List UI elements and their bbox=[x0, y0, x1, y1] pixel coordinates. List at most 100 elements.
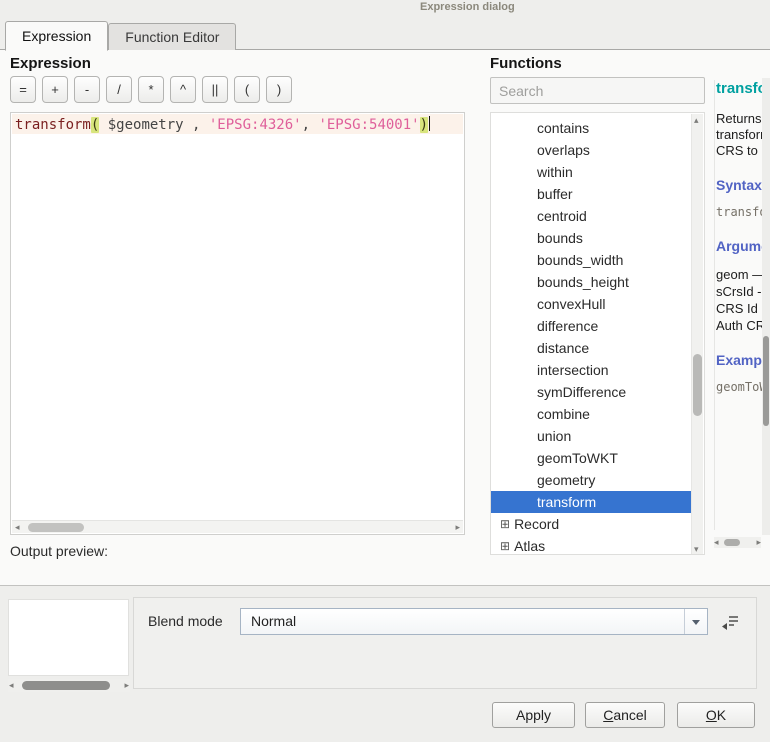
operator-close-paren-button[interactable]: ) bbox=[266, 76, 292, 103]
scroll-up-icon[interactable]: ▴ bbox=[694, 114, 699, 126]
dialog-title: Expression dialog bbox=[420, 1, 515, 13]
list-item[interactable]: difference bbox=[491, 315, 693, 337]
text-cursor bbox=[429, 116, 430, 131]
layer-preview-box bbox=[8, 599, 129, 676]
help-argument-line: geom — bbox=[716, 266, 762, 283]
operator-multiply-button[interactable]: * bbox=[138, 76, 164, 103]
function-help-panel: transform Returns transformed CRS to Syn… bbox=[714, 80, 762, 530]
list-item[interactable]: distance bbox=[491, 337, 693, 359]
list-item[interactable]: combine bbox=[491, 403, 693, 425]
scroll-down-icon[interactable]: ▾ bbox=[694, 543, 699, 555]
expression-code-line[interactable]: transform( $geometry , 'EPSG:4326', 'EPS… bbox=[12, 114, 463, 134]
list-group-record[interactable]: Record bbox=[491, 513, 693, 535]
scroll-left-icon[interactable]: ◂ bbox=[714, 536, 719, 548]
help-syntax-heading: Syntax bbox=[716, 177, 762, 193]
code-string-epsg54001-token: 'EPSG:54001' bbox=[318, 117, 419, 133]
group-label: Atlas bbox=[514, 535, 545, 555]
editor-horizontal-scrollbar[interactable]: ◂ ▸ bbox=[12, 520, 463, 533]
list-item[interactable]: union bbox=[491, 425, 693, 447]
operator-power-button[interactable]: ^ bbox=[170, 76, 196, 103]
scrollbar-thumb[interactable] bbox=[763, 336, 769, 426]
scroll-right-icon[interactable]: ▸ bbox=[124, 679, 129, 691]
expand-plus-icon[interactable] bbox=[500, 535, 510, 555]
search-input[interactable] bbox=[490, 77, 705, 104]
scroll-left-icon[interactable]: ◂ bbox=[9, 679, 14, 691]
scroll-right-icon[interactable]: ▸ bbox=[455, 521, 460, 533]
list-item[interactable]: geomToWKT bbox=[491, 447, 693, 469]
scrollbar-thumb[interactable] bbox=[724, 539, 740, 546]
cancel-button[interactable]: Cancel bbox=[585, 702, 665, 728]
data-defined-override-icon bbox=[721, 612, 741, 632]
functions-list-vertical-scrollbar[interactable]: ▴ ▾ bbox=[691, 114, 703, 555]
preview-horizontal-scrollbar[interactable]: ◂ ▸ bbox=[8, 679, 130, 692]
expression-dialog: { "dialog": { "title": "Expression dialo… bbox=[0, 0, 770, 742]
operator-equals-button[interactable]: = bbox=[10, 76, 36, 103]
help-description-line: CRS to bbox=[716, 143, 762, 159]
ok-button[interactable]: OK bbox=[677, 702, 755, 728]
data-defined-override-button[interactable] bbox=[718, 610, 744, 634]
operator-minus-button[interactable]: - bbox=[74, 76, 100, 103]
blend-mode-select[interactable]: Normal bbox=[240, 608, 708, 635]
group-label: Record bbox=[514, 513, 559, 535]
list-item[interactable]: contains bbox=[491, 117, 693, 139]
help-arguments-heading: Arguments bbox=[716, 238, 762, 254]
list-item[interactable]: buffer bbox=[491, 183, 693, 205]
scrollbar-thumb[interactable] bbox=[22, 681, 110, 690]
expand-plus-icon[interactable] bbox=[500, 513, 510, 535]
help-examples-heading: Examples bbox=[716, 352, 762, 368]
operator-open-paren-button[interactable]: ( bbox=[234, 76, 260, 103]
scroll-right-icon[interactable]: ▸ bbox=[756, 536, 761, 548]
blend-mode-value: Normal bbox=[251, 613, 296, 629]
help-argument-line: CRS Id bbox=[716, 300, 762, 317]
chevron-down-icon bbox=[692, 620, 700, 625]
list-item[interactable]: bounds_height bbox=[491, 271, 693, 293]
operator-plus-button[interactable]: + bbox=[42, 76, 68, 103]
tab-expression[interactable]: Expression bbox=[5, 21, 108, 51]
list-group-atlas[interactable]: Atlas bbox=[491, 535, 693, 555]
list-item-selected-transform[interactable]: transform bbox=[491, 491, 693, 513]
code-function-token: transform bbox=[15, 117, 91, 133]
functions-heading: Functions bbox=[490, 55, 562, 72]
help-description-line: transformed bbox=[716, 127, 762, 143]
scroll-left-icon[interactable]: ◂ bbox=[15, 521, 20, 533]
scrollbar-thumb[interactable] bbox=[693, 354, 702, 416]
operator-divide-button[interactable]: / bbox=[106, 76, 132, 103]
list-item[interactable]: convexHull bbox=[491, 293, 693, 315]
help-syntax-code: transform( bbox=[716, 205, 762, 220]
help-argument-line: sCrsId - bbox=[716, 283, 762, 300]
blend-mode-label: Blend mode bbox=[148, 613, 223, 629]
list-item[interactable]: within bbox=[491, 161, 693, 183]
apply-button[interactable]: Apply bbox=[492, 702, 575, 728]
cancel-label-rest: ancel bbox=[613, 707, 646, 723]
dropdown-chevron-zone[interactable] bbox=[684, 609, 707, 634]
cancel-mnemonic: C bbox=[603, 707, 613, 723]
list-item[interactable]: overlaps bbox=[491, 139, 693, 161]
help-arguments: geom — sCrsId - CRS Id Auth CR bbox=[716, 266, 762, 334]
help-example-code: geomToWKT( bbox=[716, 380, 762, 395]
help-title: transform bbox=[716, 80, 762, 97]
scrollbar-thumb[interactable] bbox=[28, 523, 84, 532]
list-item[interactable]: geometry bbox=[491, 469, 693, 491]
code-comma-token: , bbox=[302, 117, 319, 133]
expression-heading: Expression bbox=[10, 55, 91, 72]
output-preview-label: Output preview: bbox=[10, 543, 108, 559]
operator-button-row: = + - / * ^ || ( ) bbox=[10, 76, 292, 103]
ok-mnemonic: O bbox=[706, 707, 717, 723]
operator-concat-button[interactable]: || bbox=[202, 76, 228, 103]
tab-function-editor[interactable]: Function Editor bbox=[108, 23, 236, 50]
help-vertical-scrollbar[interactable] bbox=[762, 78, 770, 535]
list-item[interactable]: intersection bbox=[491, 359, 693, 381]
list-item[interactable]: bounds bbox=[491, 227, 693, 249]
list-item[interactable]: centroid bbox=[491, 205, 693, 227]
ok-label-rest: K bbox=[717, 707, 726, 723]
help-description-line: Returns bbox=[716, 111, 762, 127]
functions-list[interactable]: contains overlaps within buffer centroid… bbox=[490, 112, 705, 555]
expression-editor[interactable]: transform( $geometry , 'EPSG:4326', 'EPS… bbox=[10, 112, 465, 535]
list-item[interactable]: bounds_width bbox=[491, 249, 693, 271]
list-item[interactable]: symDifference bbox=[491, 381, 693, 403]
tab-bar: Expression Function Editor bbox=[5, 20, 236, 50]
code-comma-token: , bbox=[192, 117, 209, 133]
help-horizontal-scrollbar[interactable]: ◂ ▸ bbox=[714, 537, 761, 548]
help-argument-line: Auth CR bbox=[716, 317, 762, 334]
code-string-epsg4326-token: 'EPSG:4326' bbox=[209, 117, 302, 133]
